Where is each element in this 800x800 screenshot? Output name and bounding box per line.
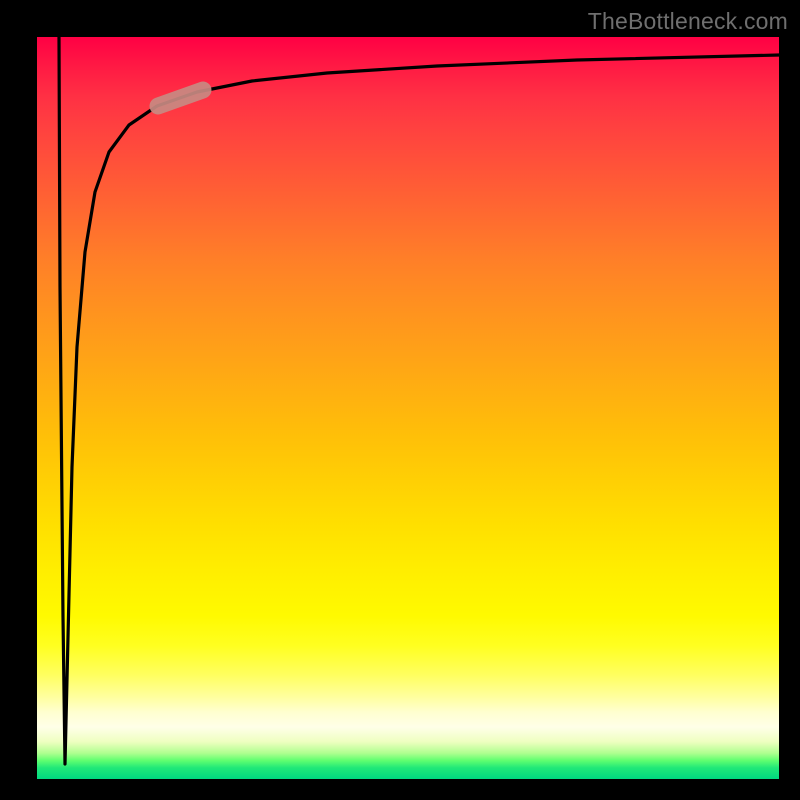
plot-area [37, 37, 779, 779]
bottleneck-curve [59, 37, 779, 764]
chart-frame: TheBottleneck.com [0, 0, 800, 800]
highlight-marker [158, 90, 203, 106]
watermark-text: TheBottleneck.com [588, 8, 788, 35]
curve-layer [37, 37, 779, 779]
